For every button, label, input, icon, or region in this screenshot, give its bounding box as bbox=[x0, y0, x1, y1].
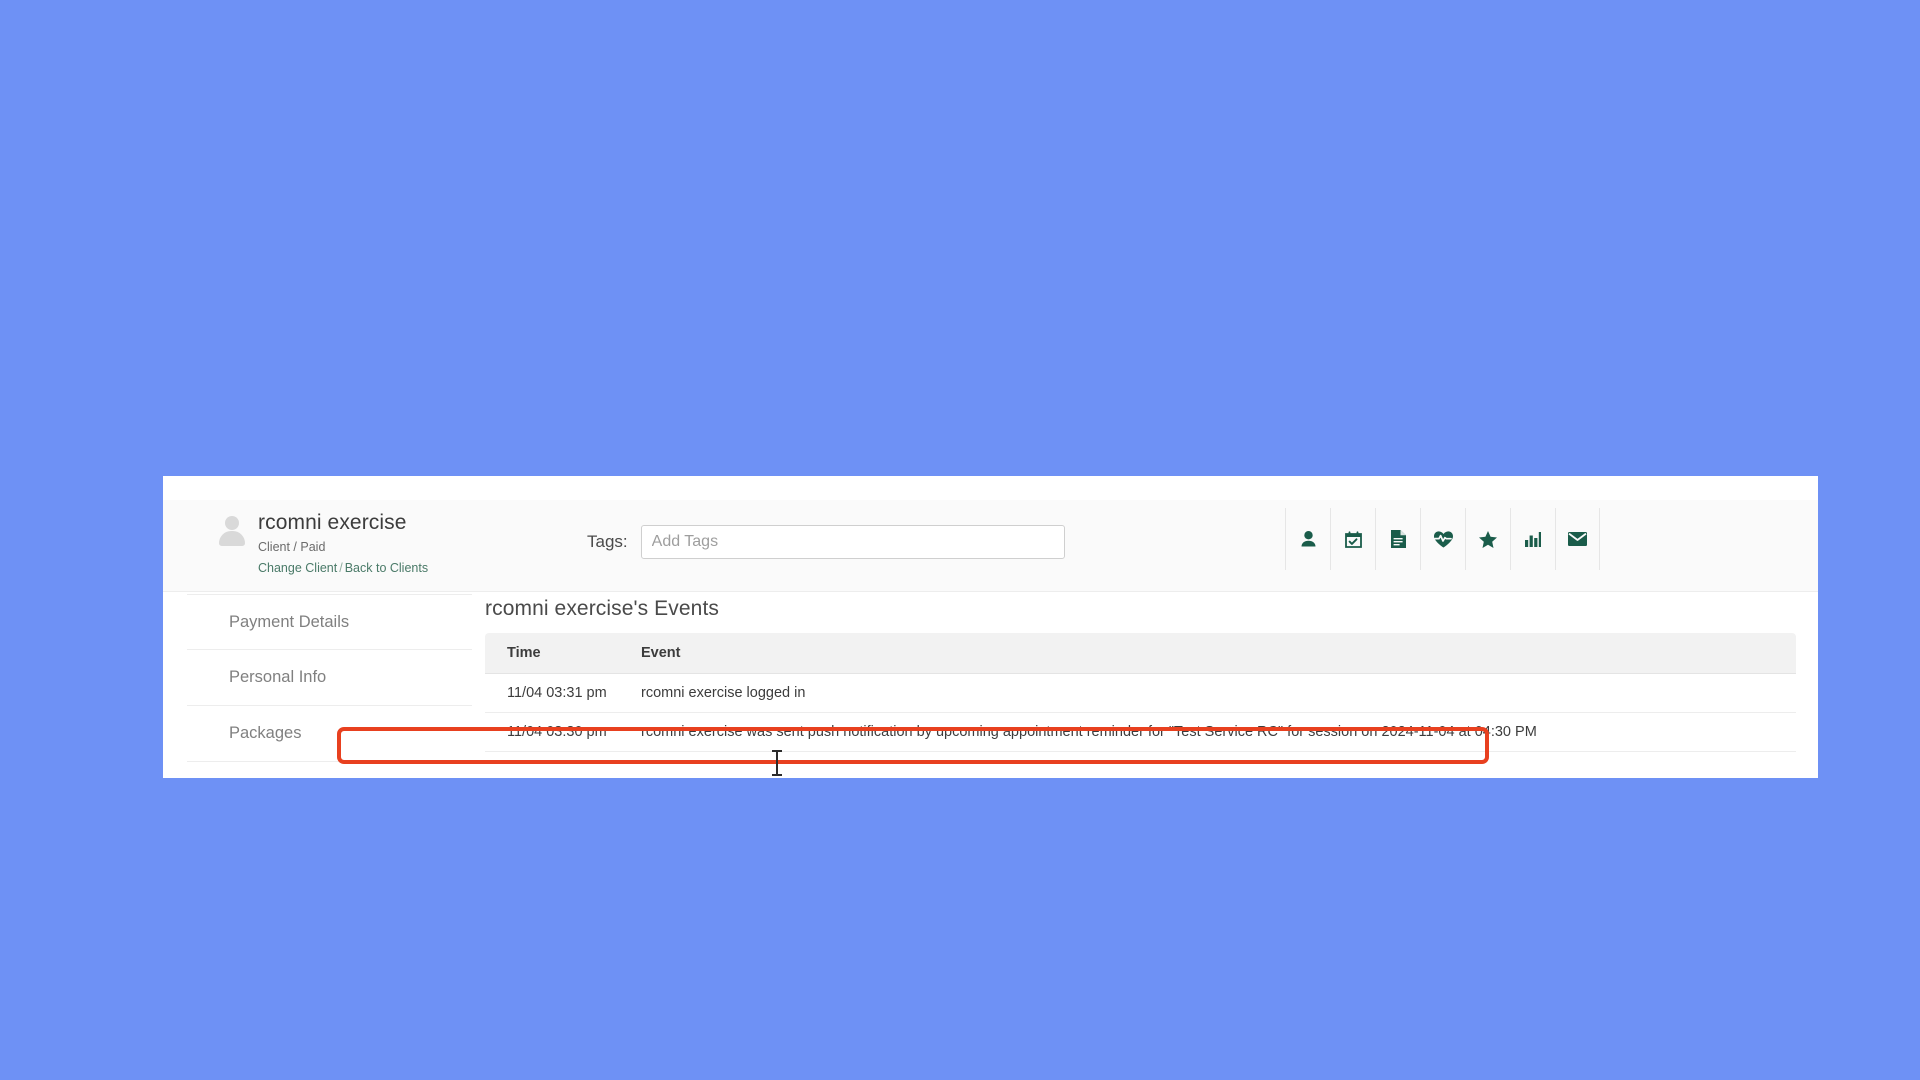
tags-section: Tags: bbox=[587, 525, 1065, 559]
sidebar-item-label: Packages bbox=[229, 724, 302, 742]
client-name: rcomni exercise bbox=[258, 511, 407, 534]
client-status: Client / Paid bbox=[258, 540, 326, 554]
bar-chart-icon-button[interactable] bbox=[1510, 508, 1555, 570]
tags-input[interactable] bbox=[640, 525, 1065, 559]
cell-event: rcomni exercise logged in bbox=[619, 673, 1796, 713]
person-icon-button[interactable] bbox=[1285, 508, 1330, 570]
table-row[interactable]: 11/04 03:30 pm rcomni exercise was sent … bbox=[485, 712, 1796, 752]
change-client-link[interactable]: Change Client bbox=[258, 561, 337, 575]
column-header-time: Time bbox=[485, 633, 619, 674]
events-table: Time Event 11/04 03:31 pm rcomni exercis… bbox=[485, 633, 1796, 752]
cell-time: 11/04 03:31 pm bbox=[485, 673, 619, 713]
client-links: Change Client / Back to Clients bbox=[258, 558, 428, 578]
column-header-event: Event bbox=[619, 633, 1796, 674]
bar-chart-icon bbox=[1525, 531, 1541, 547]
sidebar-item-payment-details[interactable]: Payment Details bbox=[187, 594, 472, 650]
client-sidebar: Payment Details Personal Info Packages bbox=[187, 594, 472, 762]
star-icon-button[interactable] bbox=[1465, 508, 1510, 570]
client-identity: rcomni exercise Client / Paid Change Cli… bbox=[218, 510, 428, 578]
text-cursor bbox=[772, 750, 782, 776]
table-header-row: Time Event bbox=[485, 633, 1796, 674]
tags-label: Tags: bbox=[587, 532, 628, 551]
envelope-icon bbox=[1568, 532, 1587, 546]
links-separator: / bbox=[339, 561, 343, 575]
cell-event: rcomni exercise was sent push notificati… bbox=[619, 712, 1796, 752]
client-action-icon-bar bbox=[1285, 508, 1600, 570]
back-to-clients-link[interactable]: Back to Clients bbox=[345, 561, 428, 575]
document-icon bbox=[1390, 530, 1406, 548]
page-title: rcomni exercise's Events bbox=[485, 597, 719, 620]
cell-time: 11/04 03:30 pm bbox=[485, 712, 619, 752]
sidebar-item-personal-info[interactable]: Personal Info bbox=[187, 650, 472, 706]
calendar-check-icon bbox=[1344, 530, 1362, 548]
sidebar-item-packages[interactable]: Packages bbox=[187, 706, 472, 762]
events-panel: rcomni exercise's Events Time Event 11/0… bbox=[485, 594, 1796, 752]
sidebar-item-label: Payment Details bbox=[229, 612, 350, 631]
browser-viewport: rcomni exercise Client / Paid Change Cli… bbox=[163, 476, 1818, 778]
envelope-icon-button[interactable] bbox=[1555, 508, 1600, 570]
calendar-check-icon-button[interactable] bbox=[1330, 508, 1375, 570]
star-icon bbox=[1479, 530, 1497, 548]
heartbeat-icon-button[interactable] bbox=[1420, 508, 1465, 570]
client-header: rcomni exercise Client / Paid Change Cli… bbox=[163, 500, 1818, 592]
document-icon-button[interactable] bbox=[1375, 508, 1420, 570]
user-placeholder-avatar-icon bbox=[218, 516, 246, 546]
person-icon bbox=[1301, 531, 1316, 547]
heartbeat-icon bbox=[1433, 530, 1453, 548]
sidebar-item-label: Personal Info bbox=[229, 668, 327, 686]
table-row[interactable]: 11/04 03:31 pm rcomni exercise logged in bbox=[485, 673, 1796, 713]
